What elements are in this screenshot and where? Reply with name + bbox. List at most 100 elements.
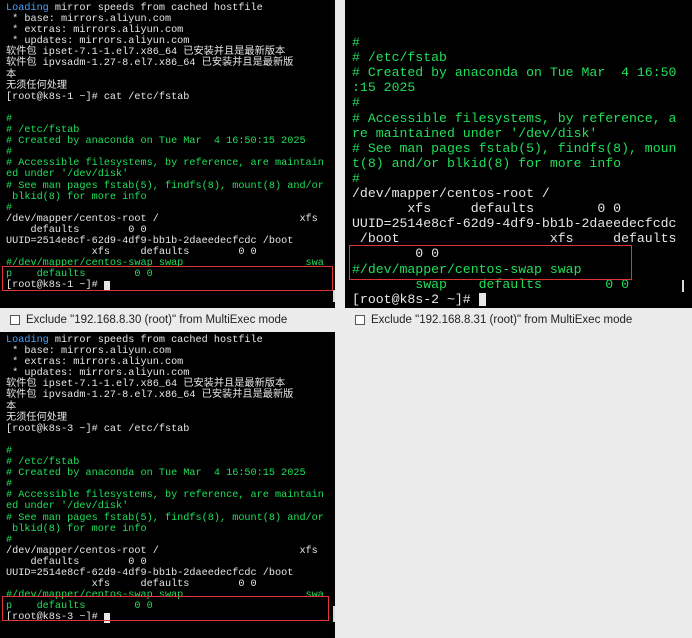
terminal-text: # [352,95,360,111]
terminal-line: xfs defaults 0 0 [352,201,676,216]
terminal-text: xfs defaults 0 0 [6,579,257,591]
terminal-line: # [6,203,324,214]
terminal-text: ed under '/dev/disk' [6,501,129,513]
terminal-line: :15 2025 [352,80,676,95]
terminal-text: [root@k8s-2 ~]# [352,291,479,307]
terminal-text: defaults 0 0 [6,556,147,568]
terminal-line: [root@k8s-2 ~]# [352,292,676,307]
terminal-text: # See man pages fstab(5), findfs(8), mou… [6,512,324,524]
terminal-text: # [6,445,13,457]
scrollbar[interactable] [682,280,684,292]
terminal-line: * extras: mirrors.aliyun.com [6,25,324,36]
terminal-line: # Created by anaconda on Tue Mar 4 16:50 [352,65,676,80]
terminal-text: # [6,147,13,159]
terminal-text: # /etc/fstab [352,50,447,66]
terminal-text: * updates: mirrors.aliyun.com [6,36,190,48]
highlight-box [349,245,632,280]
terminal-text: 无须任何处理 [6,412,68,424]
terminal-line [352,20,676,35]
terminal-text: # See man pages fstab(5), findfs(8), mou… [352,140,677,156]
terminal-line: Loading mirror speeds from cached hostfi… [6,335,324,346]
terminal-text: Loading [6,3,49,14]
terminal-text: UUID=2514e8cf-62d9-4df9-bb1b-2daeedecfcd… [352,216,677,232]
terminal-text: * extras: mirrors.aliyun.com [6,357,184,369]
terminal-line: # /etc/fstab [352,50,676,65]
terminal-text: ed under '/dev/disk' [6,169,129,181]
terminal-text: # Accessible filesystems, by reference, … [352,110,677,126]
terminal-text: # [6,113,13,125]
terminal-line [6,435,324,446]
terminal-line: /dev/mapper/centos-root / xfs [6,546,324,557]
terminal-text: blkid(8) for more info [6,523,147,535]
terminal-text: mirror speeds from cached hostfile [48,335,263,346]
terminal-line: 无须任何处理 [6,413,324,424]
terminal-pane-3[interactable]: Loading mirror speeds from cached hostfi… [0,332,335,638]
terminal-text: xfs defaults 0 0 [352,201,622,217]
terminal-line: * updates: mirrors.aliyun.com [6,36,324,47]
terminal-text: # See man pages fstab(5), findfs(8), mou… [6,180,324,192]
terminal-text: # [352,170,360,186]
terminal-text: mirror speeds from cached hostfile [48,3,263,14]
exclude-label: Exclude "192.168.8.31 (root)" from Multi… [371,314,633,326]
terminal-text: t(8) and/or blkid(8) for more info [352,155,622,171]
terminal-line: # [6,147,324,158]
terminal-line: ed under '/dev/disk' [6,169,324,180]
exclude-multiexec-checkbox-2[interactable]: Exclude "192.168.8.31 (root)" from Multi… [355,314,632,326]
terminal-text: # Accessible filesystems, by reference, … [6,490,324,502]
terminal-line: ed under '/dev/disk' [6,501,324,512]
terminal-text: UUID=2514e8cf-62d9-4df9-bb1b-2daeedecfcd… [6,235,294,247]
terminal-line: # [352,171,676,186]
terminal-text: # /etc/fstab [6,457,80,469]
terminal-text: # Created by anaconda on Tue Mar 4 16:50 [352,65,677,81]
terminal-line: t(8) and/or blkid(8) for more info [352,156,676,171]
terminal-line: # See man pages fstab(5), findfs(8), mou… [6,513,324,524]
terminal-line: * base: mirrors.aliyun.com [6,346,324,357]
terminal-line: 软件包 ipset-7.1-1.el7.x86_64 已安装并且是最新版本 [6,47,324,58]
terminal-line: Loading mirror speeds from cached hostfi… [6,3,324,14]
terminal-text: # [6,202,13,214]
highlight-box [2,596,329,621]
terminal-text: blkid(8) for more info [6,191,147,203]
terminal-line: * updates: mirrors.aliyun.com [6,368,324,379]
checkbox-icon[interactable] [10,315,20,325]
terminal-line [6,103,324,114]
terminal-line: 软件包 ipset-7.1-1.el7.x86_64 已安装并且是最新版本 [6,379,324,390]
terminal-line: # See man pages fstab(5), findfs(8), mou… [352,141,676,156]
terminal-line: 本 [6,402,324,413]
terminal-line: # [6,479,324,490]
terminal-text: 本 [6,401,17,413]
exclude-multiexec-checkbox-1[interactable]: Exclude "192.168.8.30 (root)" from Multi… [10,314,287,326]
terminal-line: # /etc/fstab [6,457,324,468]
terminal-line: * base: mirrors.aliyun.com [6,14,324,25]
terminal-text: # [352,35,360,51]
terminal-text: # /etc/fstab [6,125,80,137]
terminal-text: * base: mirrors.aliyun.com [6,346,172,358]
terminal-text: # Created by anaconda on Tue Mar 4 16:50… [6,468,306,480]
scrollbar[interactable] [333,606,335,622]
terminal-text: # Accessible filesystems, by reference, … [6,158,324,170]
terminal-line: # [6,114,324,125]
terminal-text: 本 [6,69,17,81]
terminal-text: # [6,534,13,546]
scrollbar[interactable] [333,290,335,302]
terminal-pane-1[interactable]: Loading mirror speeds from cached hostfi… [0,0,335,308]
checkbox-icon[interactable] [355,315,365,325]
terminal-text: [root@k8s-1 ~]# cat /etc/fstab [6,91,190,103]
terminal-line: # [6,535,324,546]
terminal-text: 软件包 ipset-7.1-1.el7.x86_64 已安装并且是最新版本 [6,379,286,391]
terminal-text: 软件包 ipvsadm-1.27-8.el7.x86_64 已安装并且是最新版 [6,390,294,402]
terminal-text: 无须任何处理 [6,80,68,92]
terminal-line: defaults 0 0 [6,225,324,236]
terminal-line: 软件包 ipvsadm-1.27-8.el7.x86_64 已安装并且是最新版 [6,390,324,401]
terminal-text: /dev/mapper/centos-root / xfs [6,213,318,225]
terminal-line: # Created by anaconda on Tue Mar 4 16:50… [6,468,324,479]
highlight-box [2,266,333,291]
terminal-output: Loading mirror speeds from cached hostfi… [6,3,324,292]
terminal-line: UUID=2514e8cf-62d9-4df9-bb1b-2daeedecfcd… [6,236,324,247]
terminal-text: 软件包 ipvsadm-1.27-8.el7.x86_64 已安装并且是最新版 [6,58,294,70]
terminal-line: xfs defaults 0 0 [6,247,324,258]
terminal-text: :15 2025 [352,80,416,96]
terminal-line: 软件包 ipvsadm-1.27-8.el7.x86_64 已安装并且是最新版 [6,58,324,69]
